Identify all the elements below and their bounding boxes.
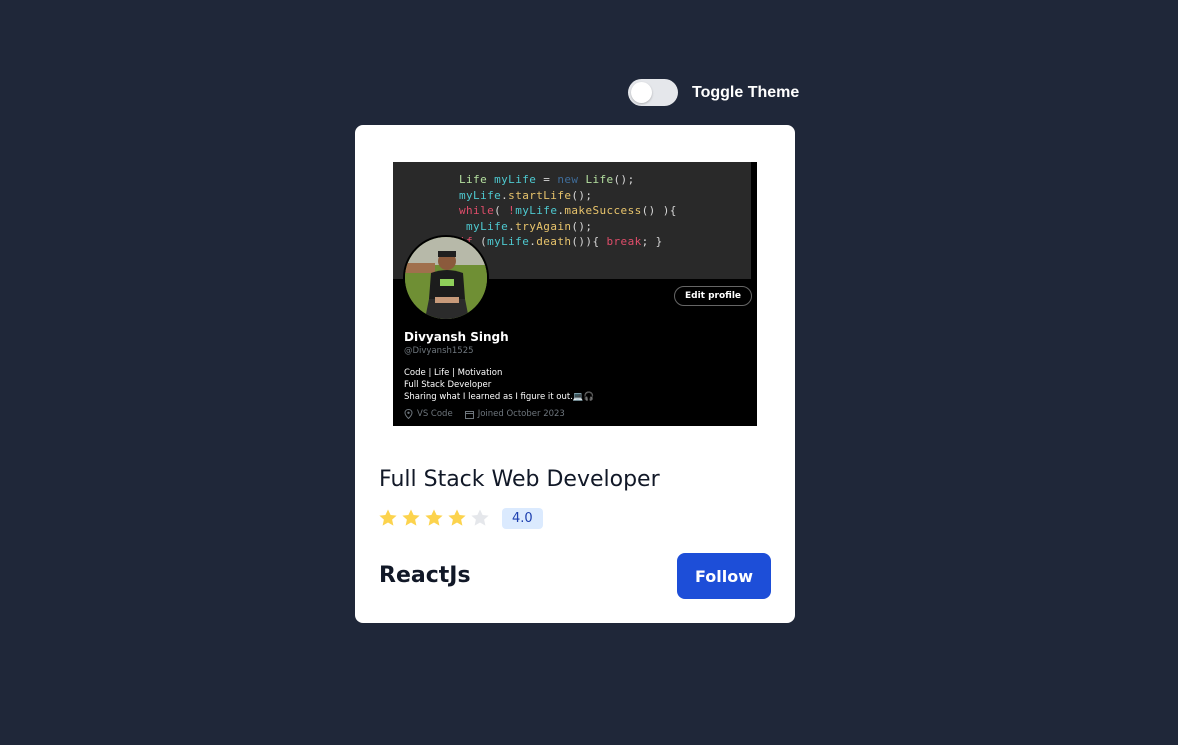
profile-card: Life myLife = new Life(); myLife.startLif… [355,125,795,623]
star-filled-icon [402,509,420,526]
code-token: (); [613,173,635,186]
code-token: Life [459,173,495,186]
code-token: break [606,235,642,248]
code-token: ()){ [571,235,607,248]
joined-text: Joined October 2023 [477,409,565,419]
code-token: startLife [508,188,572,202]
star-filled-icon [425,509,443,526]
code-token: while [459,204,495,217]
location-item: VS Code [404,409,453,419]
star-filled-icon [448,509,466,526]
bio-line: Full Stack Developer [404,380,492,390]
code-line: myLife.tryAgain(); [459,219,751,235]
location-pin-icon [404,409,413,419]
code-token: = [536,173,558,186]
avatar [403,235,489,321]
joined-item: Joined October 2023 [464,409,565,419]
code-token: death [536,235,572,248]
profile-meta: VS Code Joined October 2023 [404,409,565,419]
code-token: (); [571,188,593,202]
profile-bio: Code | Life | Motivation Full Stack Deve… [404,367,594,403]
profile-handle: @Divyansh1525 [404,346,474,356]
avatar-photo-icon [405,237,487,319]
toggle-theme-label: Toggle Theme [692,83,800,101]
code-token: Life [585,173,614,186]
code-token: new [557,173,586,186]
code-token: myLife [459,219,509,233]
tech-label: ReactJs [379,563,471,588]
profile-name: Divyansh Singh [404,330,509,344]
code-token: myLife [459,188,502,202]
card-title: Full Stack Web Developer [379,467,660,492]
code-token: () ){ [641,204,677,217]
code-token: tryAgain [515,219,572,233]
code-token: ; } [641,235,663,248]
rating-badge: 4.0 [502,508,543,529]
code-token: myLife [515,204,558,217]
code-token: myLife [487,235,530,248]
code-token: ( [494,204,509,217]
star-filled-icon [379,509,397,526]
code-token: (); [571,219,593,233]
code-line: while( !myLife.makeSuccess() ){ [459,203,751,219]
location-text: VS Code [417,409,453,419]
theme-toggle-row: Toggle Theme [628,79,799,106]
code-line: Life myLife = new Life(); [459,172,751,188]
calendar-icon [464,410,474,419]
star-empty-icon [471,509,489,526]
code-token: makeSuccess [564,204,642,217]
star-rating [378,508,490,528]
edit-profile-button: Edit profile [674,286,753,306]
toggle-knob [631,82,652,103]
bio-line: Code | Life | Motivation [404,368,503,378]
code-line: myLife.startLife(); [459,188,751,204]
profile-screenshot-image: Life myLife = new Life(); myLife.startLif… [393,162,757,426]
code-token: myLife [494,173,537,186]
code-line: if (myLife.death()){ break; } [459,234,751,250]
theme-toggle-switch[interactable] [628,79,678,106]
follow-button[interactable]: Follow [677,553,771,599]
bio-line: Sharing what I learned as I figure it ou… [404,392,595,402]
